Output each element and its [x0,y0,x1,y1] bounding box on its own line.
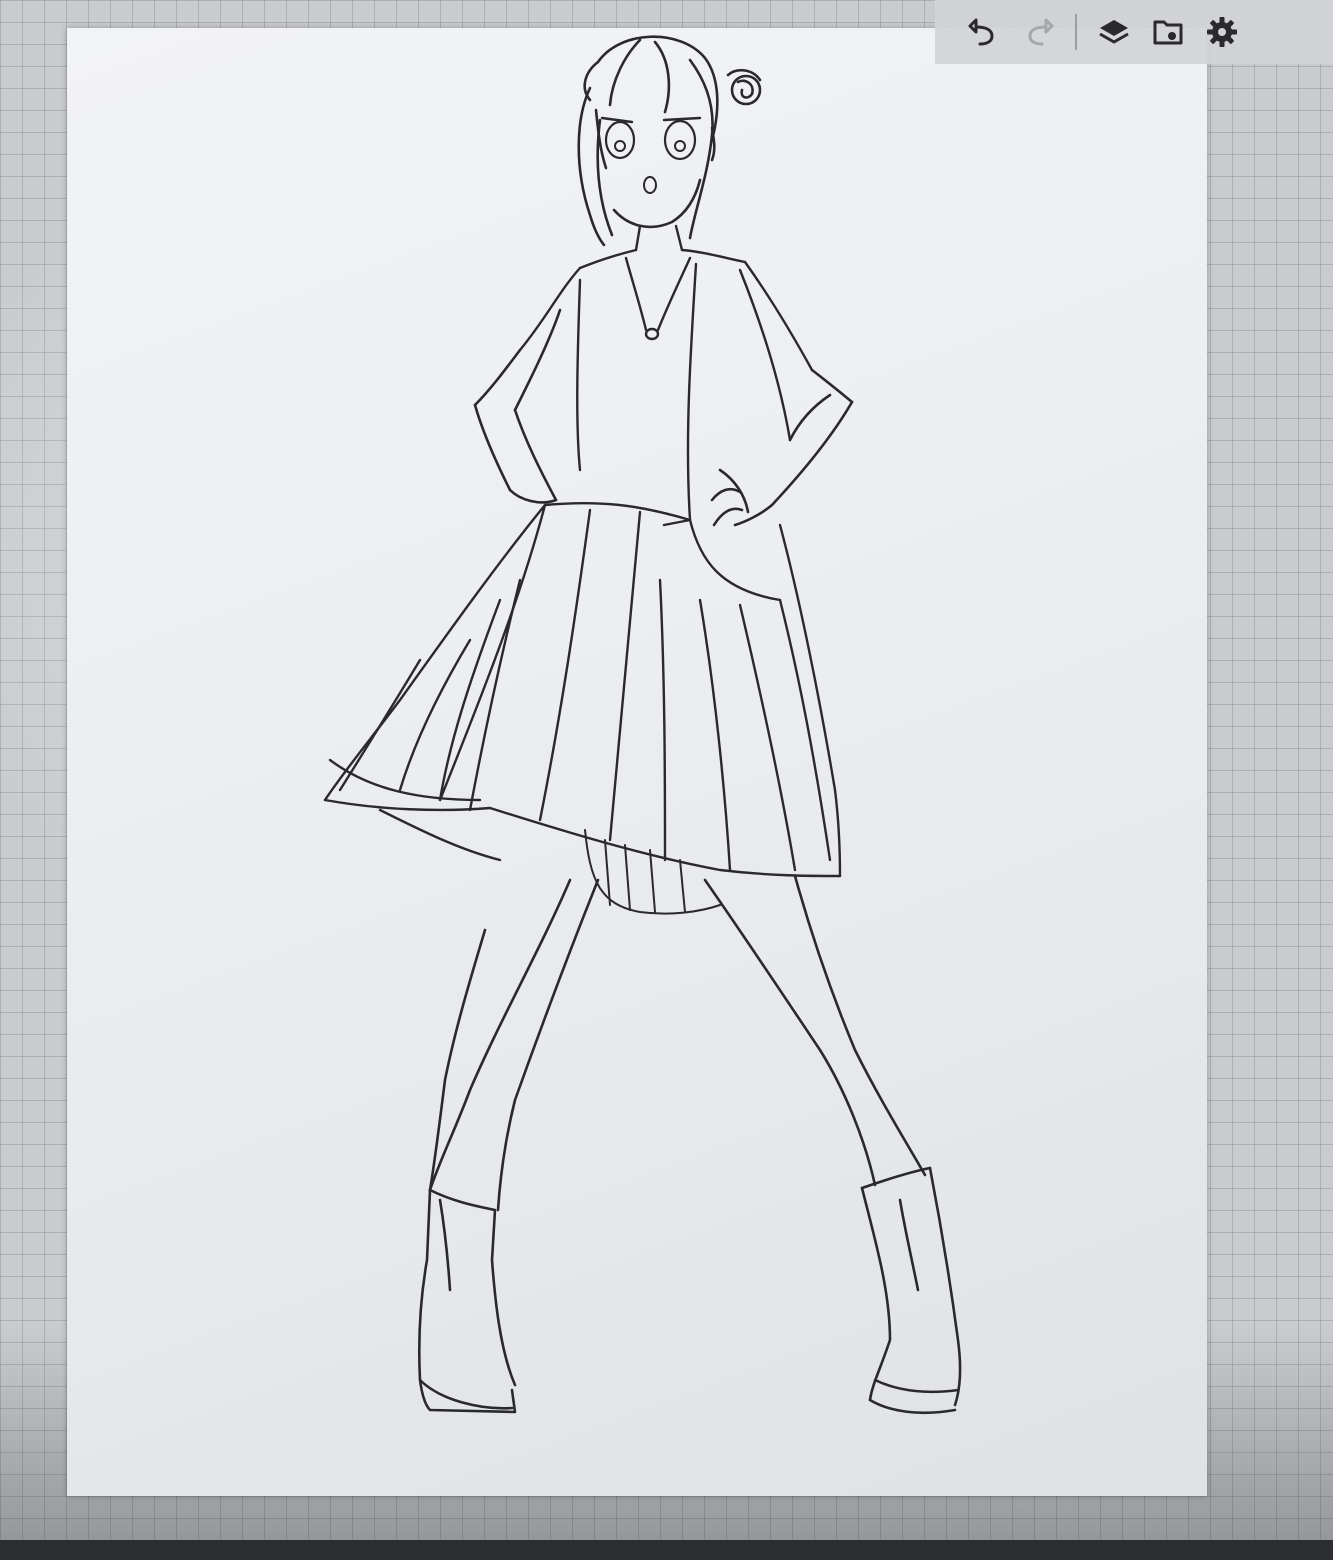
sketch-underlayer [584,829,721,915]
toolbar-divider [1075,14,1077,50]
sketch-artwork [323,35,962,1415]
undo-icon [968,18,994,46]
gear-icon [1207,17,1237,47]
sketch-head [577,35,762,247]
folder-export-icon [1153,20,1183,45]
sketch-torso [518,224,814,527]
undo-button[interactable] [957,5,1011,59]
gallery-button[interactable] [1141,5,1195,59]
layers-button[interactable] [1087,5,1141,59]
layers-icon [1099,20,1129,44]
sketch-skirt [323,501,842,878]
redo-button[interactable] [1011,5,1065,59]
device-bezel-bottom [0,1540,1333,1560]
settings-button[interactable] [1195,5,1249,59]
redo-icon [1028,18,1054,46]
sketch-legs [428,874,927,1212]
top-toolbar [935,0,1333,64]
sketch-boots [417,1166,962,1415]
